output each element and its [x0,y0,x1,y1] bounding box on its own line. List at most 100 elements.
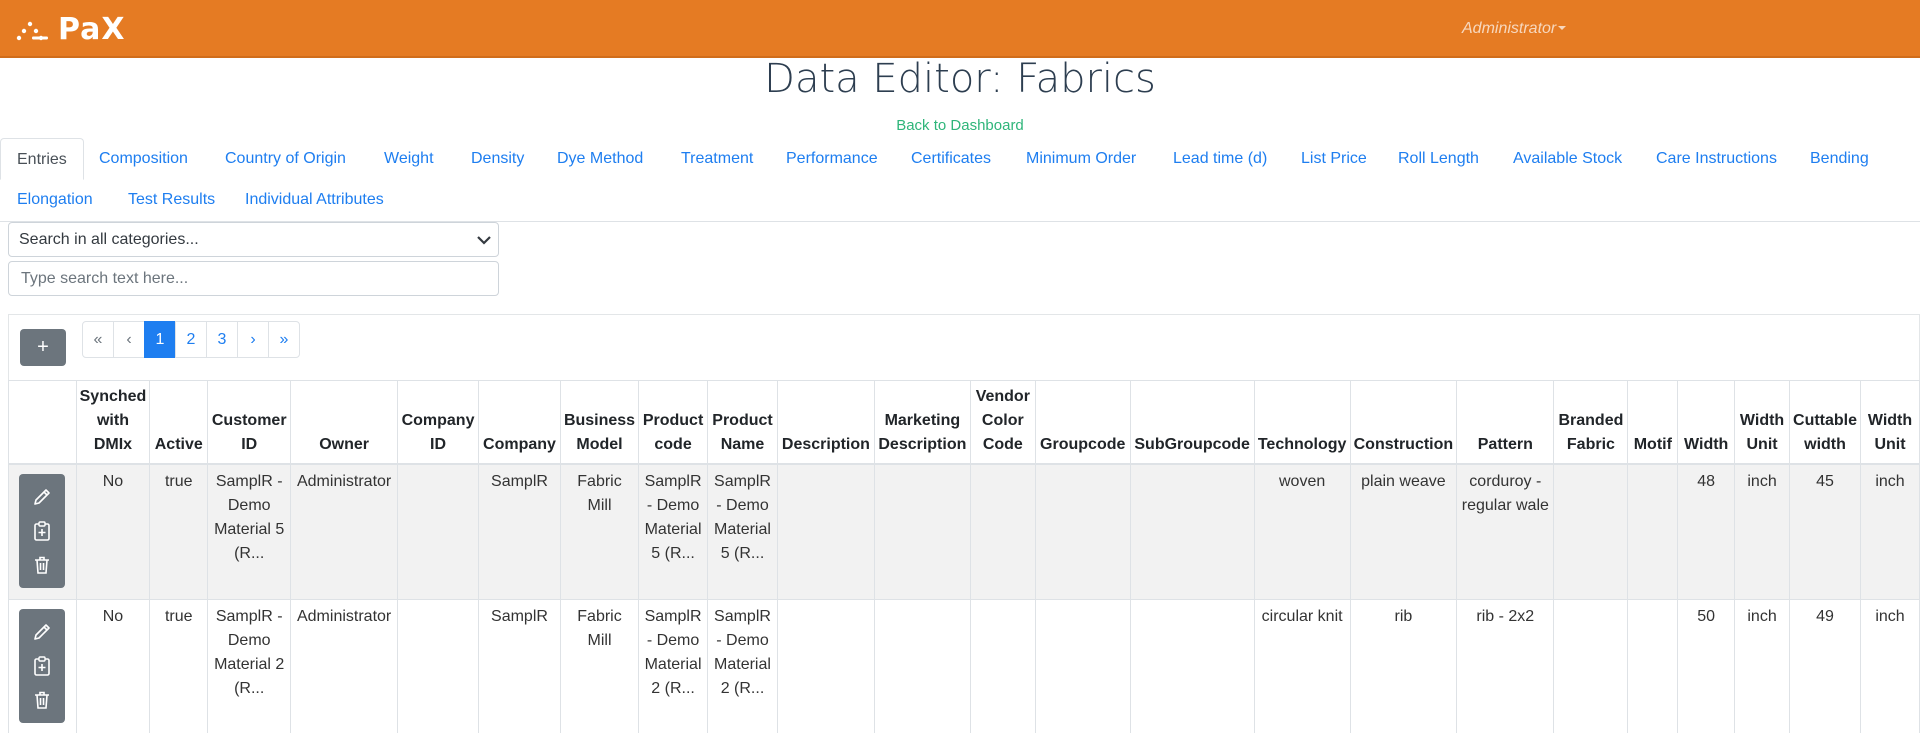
tab-treatment[interactable]: Treatment [665,138,769,178]
tab-minimum-order[interactable]: Minimum Order [1010,138,1152,178]
column-header[interactable]: SubGroupcode [1129,380,1255,465]
tab-elongation[interactable]: Elongation [1,179,109,219]
page-next-button[interactable]: › [237,321,269,358]
cell-branded-fabric [1553,463,1629,600]
column-header[interactable]: Construction [1349,380,1458,465]
tab-test-results[interactable]: Test Results [112,179,231,219]
table-row: No true SamplR - Demo Material 2 (R... A… [8,598,1920,733]
chevron-down-icon [477,236,491,245]
edit-pencil-icon[interactable] [31,486,53,508]
column-header[interactable]: Branded Fabric [1553,380,1629,465]
tab-country-of-origin[interactable]: Country of Origin [209,138,362,178]
tab-density[interactable]: Density [455,138,540,178]
brand-name: PaX [58,11,126,47]
cell-subgroupcode [1129,598,1255,733]
tab-bending[interactable]: Bending [1794,138,1885,178]
tab-list-price[interactable]: List Price [1285,138,1383,178]
tab-available-stock[interactable]: Available Stock [1497,138,1638,178]
column-header[interactable]: Product code [638,380,709,465]
edit-pencil-icon[interactable] [31,621,53,643]
cell-cuttable-width-unit: inch [1860,463,1920,600]
column-header[interactable]: Company [478,380,561,465]
page-title: Data Editor: Fabrics [764,56,1156,102]
cell-motif [1627,463,1679,600]
tab-certificates[interactable]: Certificates [895,138,1007,178]
column-header[interactable]: Business Model [559,380,640,465]
column-header[interactable]: Product Name [707,380,778,465]
column-header[interactable]: Owner [290,380,399,465]
duplicate-clipboard-icon[interactable] [31,655,53,677]
column-header[interactable]: Active [149,380,209,465]
top-navbar: PaX Administrator [0,0,1920,58]
cell-technology: woven [1253,463,1351,600]
page-prev-button[interactable]: ‹ [113,321,145,358]
cell-company-id [397,598,479,733]
tab-individual-attributes[interactable]: Individual Attributes [229,179,400,219]
cell-width: 50 [1677,598,1736,733]
cell-company: SamplR [478,463,561,600]
column-header[interactable]: Vendor Color Code [969,380,1036,465]
cell-business-model: Fabric Mill [559,598,640,733]
cell-groupcode [1034,463,1131,600]
user-menu-dropdown[interactable]: Administrator [1462,20,1567,38]
user-menu-label: Administrator [1462,20,1557,37]
column-header[interactable]: Width [1677,380,1736,465]
column-header[interactable]: Marketing Description [873,380,971,465]
cell-business-model: Fabric Mill [559,463,640,600]
cell-cuttable-width: 45 [1789,463,1862,600]
pax-logo-icon [16,21,48,41]
column-header[interactable]: Technology [1253,380,1351,465]
category-select[interactable]: Search in all categories... [8,222,499,257]
delete-trash-icon[interactable] [31,554,53,576]
cell-product-name: SamplR - Demo Material 5 (R... [707,463,778,600]
page-first-button[interactable]: « [82,321,114,358]
cell-subgroupcode [1129,463,1255,600]
cell-vendor-color-code [969,463,1036,600]
cell-description [776,598,875,733]
cell-product-name: SamplR - Demo Material 2 (R... [707,598,778,733]
column-header[interactable]: Description [776,380,875,465]
add-entry-button[interactable]: + [20,329,66,366]
duplicate-clipboard-icon[interactable] [31,520,53,542]
search-input[interactable] [8,261,499,296]
delete-trash-icon[interactable] [31,689,53,711]
page-1-button[interactable]: 1 [144,321,176,358]
tab-performance[interactable]: Performance [770,138,894,178]
column-header[interactable]: Motif [1627,380,1679,465]
cell-description [776,463,875,600]
cell-width-unit: inch [1734,598,1791,733]
row-action-buttons [19,474,66,588]
cell-construction: rib [1349,598,1458,733]
cell-marketing-description [873,463,971,600]
tab-roll-length[interactable]: Roll Length [1382,138,1495,178]
back-to-dashboard-link[interactable]: Back to Dashboard [0,117,1920,134]
column-header [8,380,77,465]
cell-pattern: rib - 2x2 [1456,598,1555,733]
row-actions-cell [8,463,77,600]
tab-weight[interactable]: Weight [368,138,450,178]
column-header[interactable]: Synched with DMIx [75,380,151,465]
tab-lead-time[interactable]: Lead time (d) [1157,138,1283,178]
cell-width: 48 [1677,463,1736,600]
tab-dye-method[interactable]: Dye Method [541,138,659,178]
pagination: « ‹ 1 2 3 › » [82,321,300,358]
column-header[interactable]: Cuttable width [1789,380,1862,465]
page-2-button[interactable]: 2 [175,321,207,358]
column-header[interactable]: Width Unit [1734,380,1791,465]
brand-logo[interactable]: PaX [14,11,126,47]
cell-cuttable-width-unit: inch [1860,598,1920,733]
column-header[interactable]: Customer ID [207,380,292,465]
column-header[interactable]: Width Unit [1860,380,1920,465]
tab-entries[interactable]: Entries [0,138,84,180]
tab-care-instructions[interactable]: Care Instructions [1640,138,1793,178]
table-row: No true SamplR - Demo Material 5 (R... A… [8,463,1920,600]
column-header[interactable]: Company ID [397,380,479,465]
cell-product-code: SamplR - Demo Material 2 (R... [638,598,709,733]
column-header[interactable]: Groupcode [1034,380,1131,465]
page-3-button[interactable]: 3 [206,321,238,358]
cell-motif [1627,598,1679,733]
tab-composition[interactable]: Composition [83,138,204,178]
column-header[interactable]: Pattern [1456,380,1555,465]
category-tabs: Entries Composition Country of Origin We… [0,138,1920,222]
page-last-button[interactable]: » [268,321,300,358]
